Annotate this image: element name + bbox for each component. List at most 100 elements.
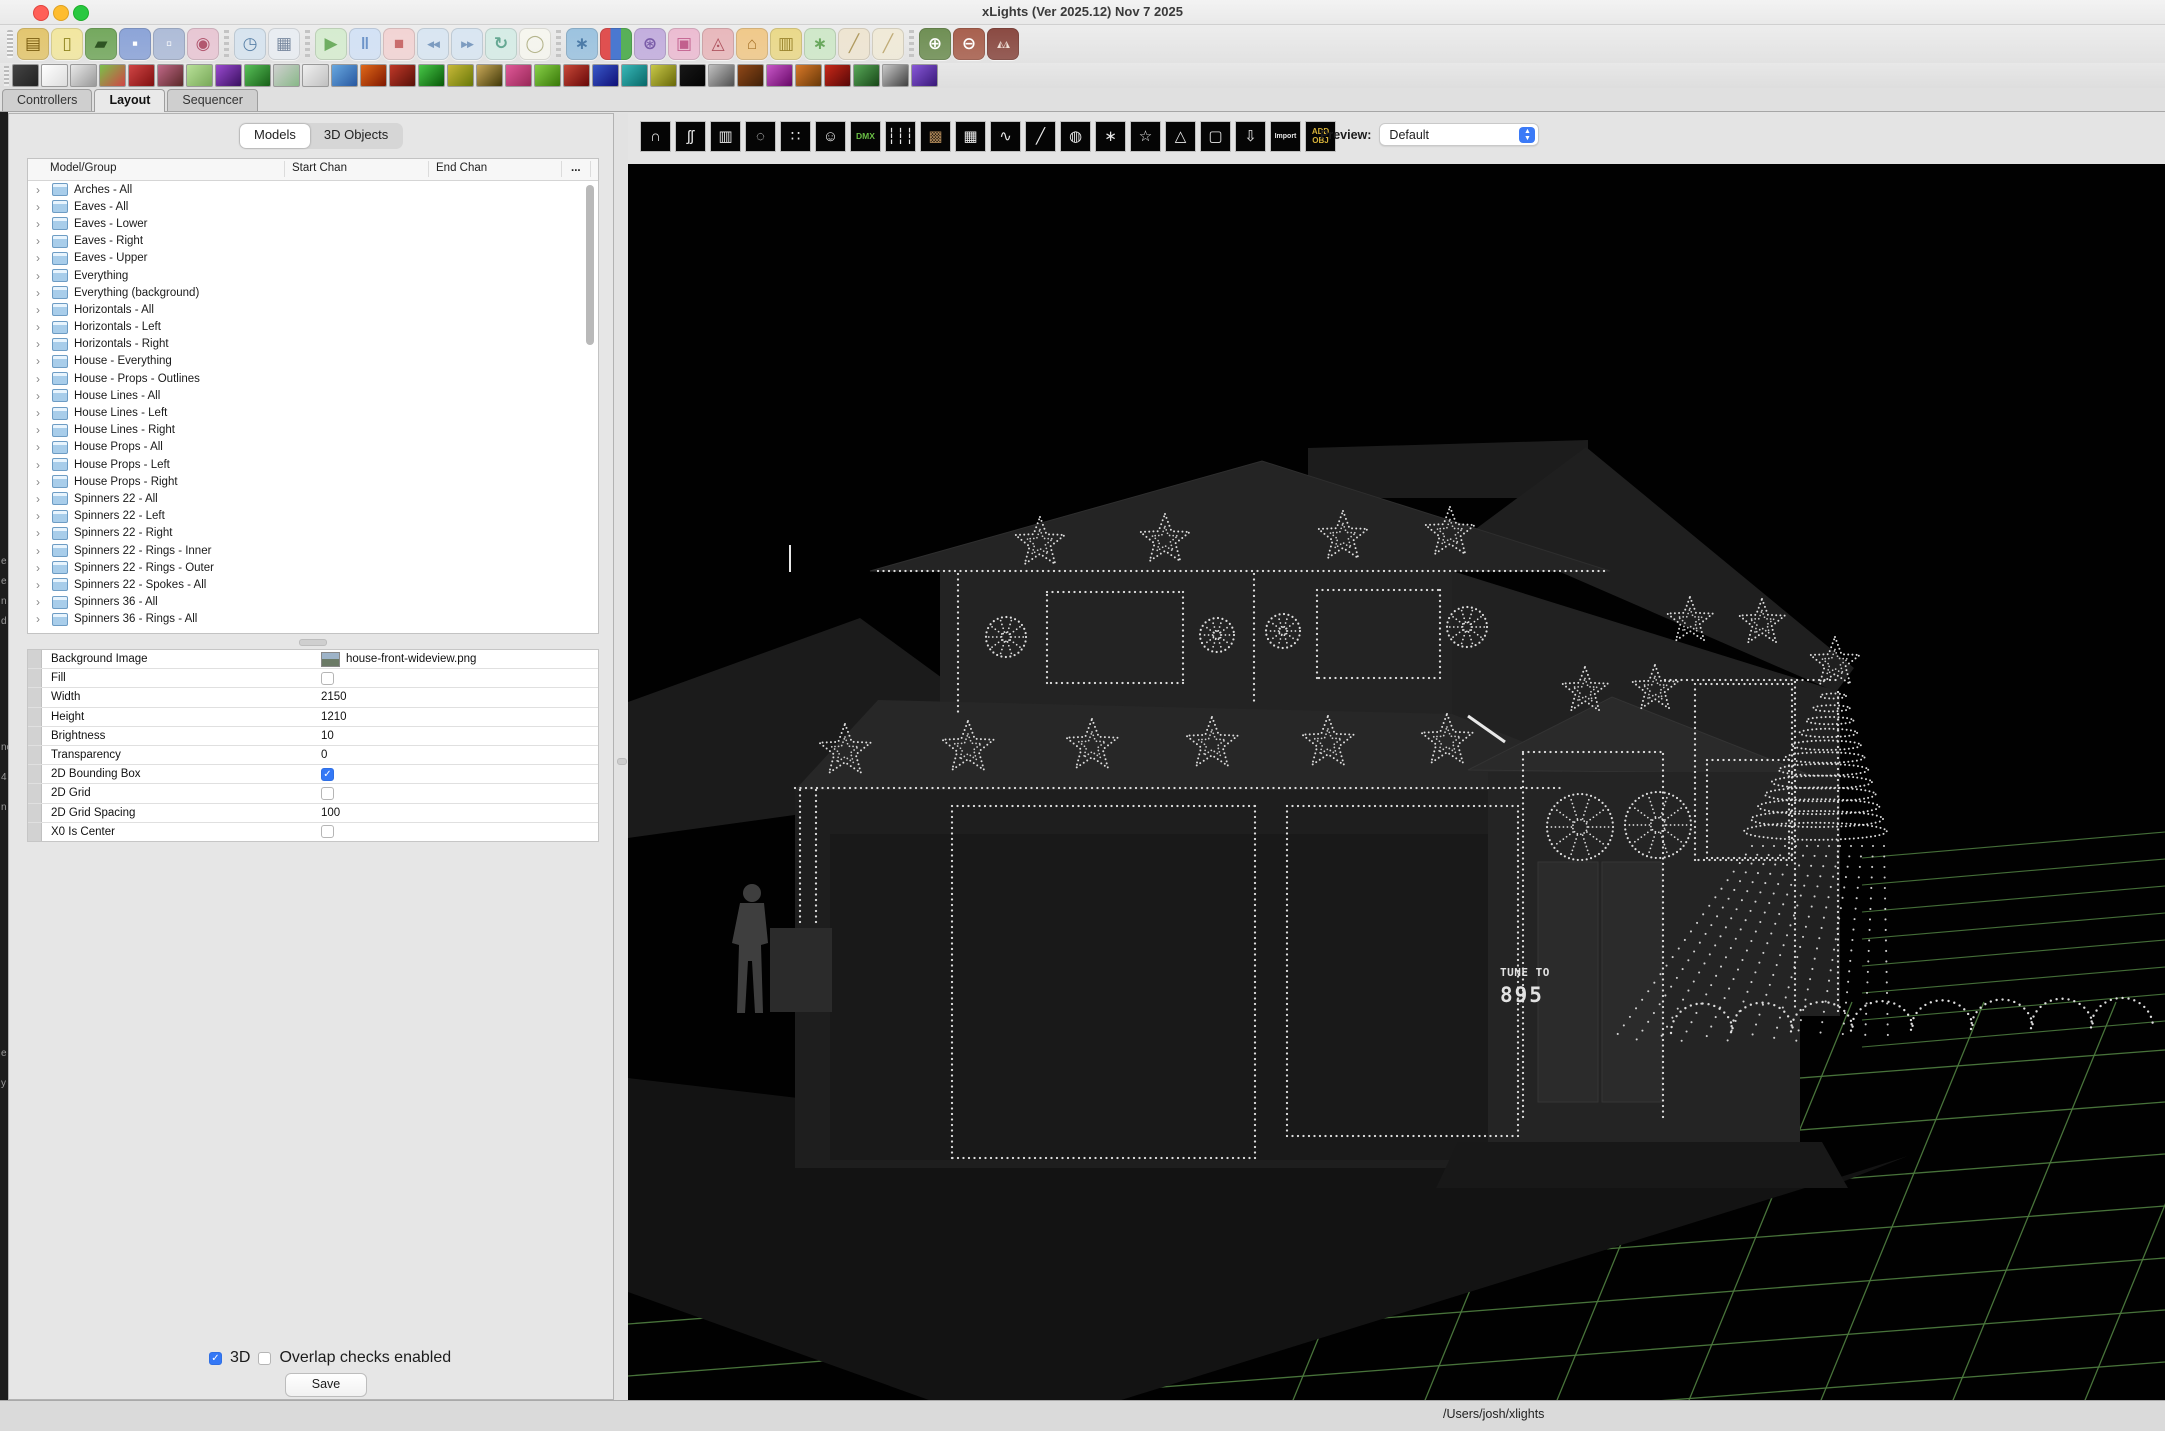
model-group-row[interactable]: › House Props - Right: [28, 473, 598, 490]
dropdown-stepper-icon[interactable]: ▲ ▼: [1519, 127, 1536, 143]
model-group-row[interactable]: › Spinners 22 - Rings - Outer: [28, 559, 598, 576]
tab-models[interactable]: Models: [240, 124, 310, 148]
model-group-row[interactable]: › Spinners 22 - All: [28, 490, 598, 507]
effect-thumbnail-6[interactable]: [186, 64, 213, 87]
new-circle-icon[interactable]: ◌: [745, 121, 776, 152]
model-group-row[interactable]: › Spinners 36 - Rings - All: [28, 611, 598, 628]
model-group-row[interactable]: › Everything: [28, 267, 598, 284]
effect-thumbnail-0[interactable]: [12, 64, 39, 87]
disclosure-chevron-icon[interactable]: ›: [36, 406, 48, 420]
model-group-row[interactable]: › House - Everything: [28, 353, 598, 370]
effect-thumbnail-17[interactable]: [505, 64, 532, 87]
disclosure-chevron-icon[interactable]: ›: [36, 612, 48, 626]
disclosure-chevron-icon[interactable]: ›: [36, 423, 48, 437]
disclosure-chevron-icon[interactable]: ›: [36, 200, 48, 214]
model-group-row[interactable]: › Spinners 22 - Left: [28, 508, 598, 525]
disclosure-chevron-icon[interactable]: ›: [36, 269, 48, 283]
property-value[interactable]: 10: [321, 730, 598, 742]
new-dmx-icon[interactable]: DMX: [850, 121, 881, 152]
fast-forward-icon[interactable]: ▶▶: [451, 28, 483, 60]
effect-thumbnail-5[interactable]: [157, 64, 184, 87]
column-end-chan[interactable]: End Chan: [436, 162, 487, 174]
effect-thumbnail-22[interactable]: [650, 64, 677, 87]
effect-thumbnail-11[interactable]: [331, 64, 358, 87]
effect-thumbnail-1[interactable]: [41, 64, 68, 87]
effect-thumbnail-23[interactable]: [679, 64, 706, 87]
model-group-row[interactable]: › Spinners 22 - Right: [28, 525, 598, 542]
effects-toolbar-handle[interactable]: [4, 65, 9, 86]
model-group-row[interactable]: › House - Props - Outlines: [28, 370, 598, 387]
model-link-icon[interactable]: ▥: [770, 28, 802, 60]
show-directory-icon[interactable]: ▤: [17, 28, 49, 60]
tab-3d-objects[interactable]: 3D Objects: [310, 124, 402, 148]
property-value[interactable]: 1210: [321, 711, 598, 723]
wizard-icon[interactable]: ∗: [804, 28, 836, 60]
model-group-row[interactable]: › House Lines - Right: [28, 422, 598, 439]
house-preview-icon[interactable]: ⌂: [736, 28, 768, 60]
effect-thumbnail-9[interactable]: [273, 64, 300, 87]
disclosure-chevron-icon[interactable]: ›: [36, 354, 48, 368]
model-group-row[interactable]: › House Lines - Left: [28, 404, 598, 421]
overlap-checkbox[interactable]: [258, 1351, 272, 1365]
effect-thumbnail-25[interactable]: [737, 64, 764, 87]
new-star-icon[interactable]: ☆: [1130, 121, 1161, 152]
open-sequence-icon[interactable]: ▰: [85, 28, 117, 60]
disclosure-chevron-icon[interactable]: ›: [36, 492, 48, 506]
disclosure-chevron-icon[interactable]: ›: [36, 320, 48, 334]
effect-thumbnail-20[interactable]: [592, 64, 619, 87]
model-group-row[interactable]: › Eaves - Right: [28, 233, 598, 250]
effect-thumbnail-16[interactable]: [476, 64, 503, 87]
layout-3d-viewport[interactable]: TUNE TO 895: [627, 164, 2165, 1431]
model-group-row[interactable]: › House Props - All: [28, 439, 598, 456]
column-model-group[interactable]: Model/Group: [50, 162, 116, 174]
preview-dropdown[interactable]: Default ▲ ▼: [1379, 123, 1540, 146]
property-value[interactable]: house-front-wideview.png: [321, 651, 598, 667]
new-spinner-icon[interactable]: ∗: [1095, 121, 1126, 152]
tab-sequencer[interactable]: Sequencer: [167, 89, 258, 111]
property-value[interactable]: [321, 786, 598, 800]
effect-thumbnail-21[interactable]: [621, 64, 648, 87]
model-group-row[interactable]: › Horizontals - All: [28, 301, 598, 318]
pause-icon[interactable]: ‖: [349, 28, 381, 60]
save-as-icon[interactable]: ▫: [153, 28, 185, 60]
effect-thumbnail-30[interactable]: [882, 64, 909, 87]
property-checkbox[interactable]: ✓: [321, 767, 334, 781]
column-more[interactable]: ...: [571, 162, 581, 174]
edit-pencil-icon[interactable]: ╱: [838, 28, 870, 60]
group-models-icon[interactable]: ◭◮: [987, 28, 1019, 60]
property-value[interactable]: 2150: [321, 691, 598, 703]
disclosure-chevron-icon[interactable]: ›: [36, 561, 48, 575]
disclosure-chevron-icon[interactable]: ›: [36, 475, 48, 489]
palette-icon[interactable]: ◉: [187, 28, 219, 60]
save-icon[interactable]: ▪: [119, 28, 151, 60]
property-checkbox[interactable]: [321, 825, 334, 839]
property-value[interactable]: 100: [321, 807, 598, 819]
model-group-row[interactable]: › Everything (background): [28, 284, 598, 301]
new-poly-line-icon[interactable]: ∿: [990, 121, 1021, 152]
zoom-model-icon[interactable]: ◬: [702, 28, 734, 60]
schedule-icon[interactable]: ▦: [268, 28, 300, 60]
stop-icon[interactable]: ■: [383, 28, 415, 60]
effect-thumbnail-2[interactable]: [70, 64, 97, 87]
disclosure-chevron-icon[interactable]: ›: [36, 509, 48, 523]
rewind-icon[interactable]: ◀◀: [417, 28, 449, 60]
new-arches-icon[interactable]: ∩: [640, 121, 671, 152]
disclosure-chevron-icon[interactable]: ›: [36, 234, 48, 248]
disclosure-chevron-icon[interactable]: ›: [36, 337, 48, 351]
download-model-icon[interactable]: ⇩: [1235, 121, 1266, 152]
zoom-out-icon[interactable]: ⊖: [953, 28, 985, 60]
effect-thumbnail-24[interactable]: [708, 64, 735, 87]
effect-thumbnail-31[interactable]: [911, 64, 938, 87]
model-tree-scrollbar[interactable]: [586, 185, 594, 345]
disclosure-chevron-icon[interactable]: ›: [36, 440, 48, 454]
property-value[interactable]: 0: [321, 749, 598, 761]
effect-thumbnail-18[interactable]: [534, 64, 561, 87]
property-checkbox[interactable]: [321, 786, 334, 800]
import-model-icon[interactable]: Import: [1270, 121, 1301, 152]
new-window-frame-icon[interactable]: ▢: [1200, 121, 1231, 152]
disclosure-chevron-icon[interactable]: ›: [36, 303, 48, 317]
disclosure-chevron-icon[interactable]: ›: [36, 526, 48, 540]
color-manager-icon[interactable]: [600, 28, 632, 60]
clock-icon[interactable]: ◷: [234, 28, 266, 60]
model-group-row[interactable]: › Eaves - All: [28, 198, 598, 215]
